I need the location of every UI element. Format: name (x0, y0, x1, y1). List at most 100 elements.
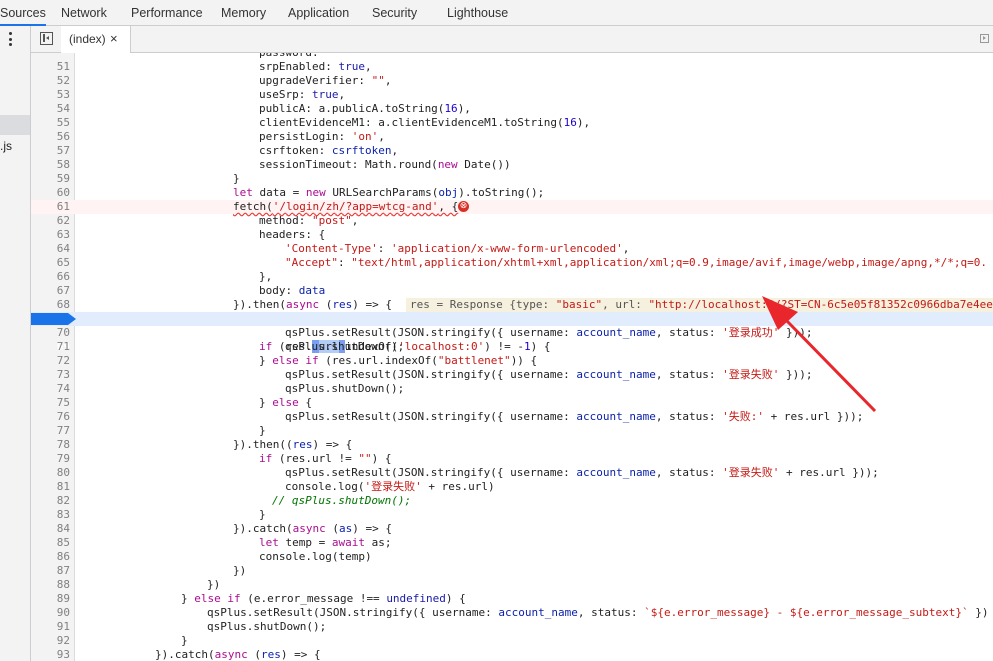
code-line: 80 qsPlus.setResult(JSON.stringify({ user… (31, 466, 993, 480)
line-number[interactable]: 71 (31, 340, 70, 354)
inline-variable-value[interactable]: res = Response {type: "basic", url: "htt… (406, 298, 993, 312)
navigator-file-item[interactable]: .js (0, 139, 12, 153)
line-number[interactable]: 55 (31, 116, 70, 130)
line-number[interactable]: 89 (31, 592, 70, 606)
tab-lighthouse[interactable]: Lighthouse (447, 0, 508, 26)
line-number[interactable]: 72 (31, 354, 70, 368)
line-number[interactable]: 58 (31, 158, 70, 172)
line-number[interactable]: 88 (31, 578, 70, 592)
line-number[interactable]: 64 (31, 242, 70, 256)
code-line: 62 method: "post", (31, 214, 993, 228)
editor-tab-index[interactable]: (index) × (61, 26, 131, 53)
code-line: password: "" (31, 53, 993, 60)
line-number[interactable]: 75 (31, 396, 70, 410)
breakpoint-arrow-icon (31, 313, 76, 325)
navigator-selected-item[interactable] (0, 115, 30, 135)
tab-performance[interactable]: Performance (131, 0, 203, 26)
line-number[interactable]: 77 (31, 424, 70, 438)
more-options-icon[interactable] (9, 32, 19, 48)
line-number[interactable]: 66 (31, 270, 70, 284)
code-line: 75} else { (31, 396, 993, 410)
line-number[interactable]: 54 (31, 102, 70, 116)
code-line: 67 body: data (31, 284, 993, 298)
breakpoint-marker[interactable]: 69 (31, 312, 76, 353)
code-line: 83} (31, 508, 993, 522)
current-execution-line: 69 if (res. url indexOf('localhost:0') !… (31, 312, 993, 353)
line-number[interactable]: 81 (31, 480, 70, 494)
line-number[interactable]: 65 (31, 256, 70, 270)
line-number[interactable]: 63 (31, 228, 70, 242)
line-number[interactable]: 74 (31, 382, 70, 396)
code-line: 60 let data = new URLSearchParams(obj).to… (31, 186, 993, 200)
line-number[interactable]: 86 (31, 550, 70, 564)
line-number[interactable]: 85 (31, 536, 70, 550)
line-number[interactable]: 51 (31, 60, 70, 74)
code-line: 86 console.log(temp) (31, 550, 993, 564)
code-line: 56 persistLogin: 'on', (31, 130, 993, 144)
code-line: 51 srpEnabled: true, (31, 60, 993, 74)
code-line: 71 qsPlus.shutDown(); (31, 340, 993, 354)
line-number[interactable]: 76 (31, 410, 70, 424)
line-number[interactable]: 91 (31, 620, 70, 634)
devtools-panel-tabs: Sources Network Performance Memory Appli… (0, 0, 993, 26)
line-number[interactable]: 83 (31, 508, 70, 522)
code-line: 57 csrftoken: csrftoken, (31, 144, 993, 158)
line-number[interactable]: 79 (31, 452, 70, 466)
code-line: 72} else if (res.url.indexOf("battlenet"… (31, 354, 993, 368)
code-line: 63 headers: { (31, 228, 993, 242)
code-line: 66}, (31, 270, 993, 284)
tab-security[interactable]: Security (372, 0, 417, 26)
code-line: 76 qsPlus.setResult(JSON.stringify({ user… (31, 410, 993, 424)
line-number[interactable]: 78 (31, 438, 70, 452)
line-number[interactable]: 84 (31, 522, 70, 536)
line-number[interactable]: 52 (31, 74, 70, 88)
tab-sources[interactable]: Sources (0, 0, 46, 26)
line-number[interactable]: 56 (31, 130, 70, 144)
line-number[interactable]: 80 (31, 466, 70, 480)
line-number[interactable]: 93 (31, 648, 70, 661)
line-number[interactable]: 87 (31, 564, 70, 578)
code-line: 65 "Accept": "text/html,application/xhtml… (31, 256, 993, 270)
code-line: 90 qsPlus.setResult(JSON.stringify({ user… (31, 606, 993, 620)
line-number[interactable]: 59 (31, 172, 70, 186)
line-number[interactable]: 57 (31, 144, 70, 158)
code-line: 52 upgradeVerifier: "", (31, 74, 993, 88)
code-line: 93}).catch(async (res) => { (31, 648, 993, 661)
code-line: 53 useSrp: true, (31, 88, 993, 102)
line-number[interactable]: 60 (31, 186, 70, 200)
line-number[interactable]: 67 (31, 284, 70, 298)
line-number[interactable]: 73 (31, 368, 70, 382)
code-line: 59} (31, 172, 993, 186)
editor-tab-label: (index) (69, 32, 106, 46)
error-icon[interactable]: ⊗ (458, 201, 469, 212)
code-line: 88}) (31, 578, 993, 592)
code-lines: password: "" 51srpEnabled: true, 52upgra… (31, 53, 993, 661)
toggle-debugger-icon[interactable] (980, 34, 989, 43)
code-line: 54 publicA: a.publicA.toString(16), (31, 102, 993, 116)
tab-memory[interactable]: Memory (221, 0, 266, 26)
line-number[interactable]: 61 (31, 200, 70, 214)
code-line: 85 let temp = await as; (31, 536, 993, 550)
tab-application[interactable]: Application (288, 0, 349, 26)
line-number[interactable]: 70 (31, 326, 70, 340)
code-line: 68}).then(async (res) => { res = Respons… (31, 298, 993, 312)
line-number[interactable]: 68 (31, 298, 70, 312)
code-line: 84}).catch(async (as) => { (31, 522, 993, 536)
line-number[interactable]: 92 (31, 634, 70, 648)
code-line: 73 qsPlus.setResult(JSON.stringify({ user… (31, 368, 993, 382)
line-number[interactable]: 82 (31, 494, 70, 508)
line-number[interactable]: 62 (31, 214, 70, 228)
toggle-navigator-icon[interactable] (40, 32, 53, 45)
close-icon[interactable]: × (110, 31, 118, 46)
code-line: 55 clientEvidenceM1: a.clientEvidenceM1.t… (31, 116, 993, 130)
code-line: 81 console.log('登录失败' + res.url) (31, 480, 993, 494)
code-editor[interactable]: password: "" 51srpEnabled: true, 52upgra… (31, 53, 993, 661)
code-line: 87}) (31, 564, 993, 578)
code-line: 82// qsPlus.shutDown(); (31, 494, 993, 508)
code-line: 79 if (res.url != "") { (31, 452, 993, 466)
line-number[interactable]: 90 (31, 606, 70, 620)
code-line: 89} else if (e.error_message !== undefin… (31, 592, 993, 606)
tab-network[interactable]: Network (61, 0, 107, 26)
code-line: 92} (31, 634, 993, 648)
line-number[interactable]: 53 (31, 88, 70, 102)
